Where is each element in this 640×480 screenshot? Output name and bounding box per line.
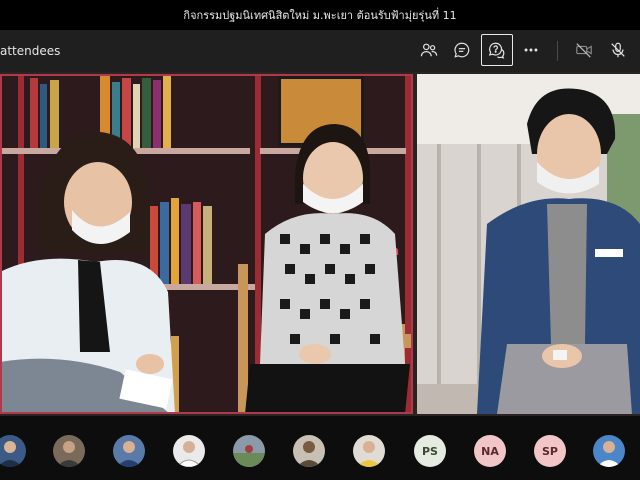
person-silhouette-icon	[233, 445, 265, 467]
avatar-initials: SP	[542, 444, 558, 458]
participant-11-avatar[interactable]	[593, 435, 625, 467]
camera-toggle-button[interactable]	[568, 34, 600, 66]
window-title: กิจกรรมปฐมนิเทศนิสิตใหม่ ม.พะเยา ต้อนรับ…	[183, 9, 457, 22]
more-options-button[interactable]	[515, 34, 547, 66]
participant-ps-avatar[interactable]: PS	[414, 435, 446, 467]
participant-3-avatar[interactable]	[113, 435, 145, 467]
mic-toggle-button[interactable]	[602, 34, 634, 66]
camera-off-icon	[576, 43, 592, 58]
video-feed[interactable]: eum	[0, 72, 640, 416]
presenter-left	[0, 132, 175, 414]
participant-4-avatar[interactable]	[173, 435, 205, 467]
attendees-label[interactable]: attendees	[0, 44, 60, 58]
qa-icon	[488, 42, 505, 59]
presenter-center	[245, 124, 410, 414]
person-silhouette-icon	[597, 441, 621, 467]
participant-5-avatar[interactable]	[233, 435, 265, 467]
person-silhouette-icon	[357, 441, 381, 467]
participant-na-avatar[interactable]: NA	[474, 435, 506, 467]
person-silhouette-icon	[117, 441, 141, 467]
studio-stage: eum	[0, 74, 413, 414]
qa-button[interactable]	[481, 34, 513, 66]
avatar-initials: PS	[422, 444, 438, 458]
toolbar-divider	[557, 41, 558, 61]
presenter-right	[477, 88, 640, 414]
participant-2-avatar[interactable]	[53, 435, 85, 467]
mic-off-icon	[611, 42, 625, 58]
participant-1-avatar[interactable]	[0, 435, 26, 467]
person-silhouette-icon	[0, 441, 22, 467]
chat-icon	[454, 42, 470, 58]
chat-button[interactable]	[446, 34, 478, 66]
right-room	[417, 74, 640, 414]
participant-7-avatar[interactable]	[353, 435, 385, 467]
avatar-initials: NA	[481, 444, 499, 458]
participants-icon	[420, 43, 438, 57]
person-silhouette-icon	[297, 441, 321, 467]
participant-sp-avatar[interactable]: SP	[534, 435, 566, 467]
meeting-header: attendees	[0, 30, 640, 72]
participants-button[interactable]	[413, 34, 445, 66]
title-bar: กิจกรรมปฐมนิเทศนิสิตใหม่ ม.พะเยา ต้อนรับ…	[0, 0, 640, 30]
more-options-icon	[524, 48, 538, 52]
person-silhouette-icon	[176, 441, 202, 467]
participant-6-avatar[interactable]	[293, 435, 325, 467]
participant-strip: PS NA SP	[0, 416, 640, 480]
person-silhouette-icon	[57, 441, 81, 467]
